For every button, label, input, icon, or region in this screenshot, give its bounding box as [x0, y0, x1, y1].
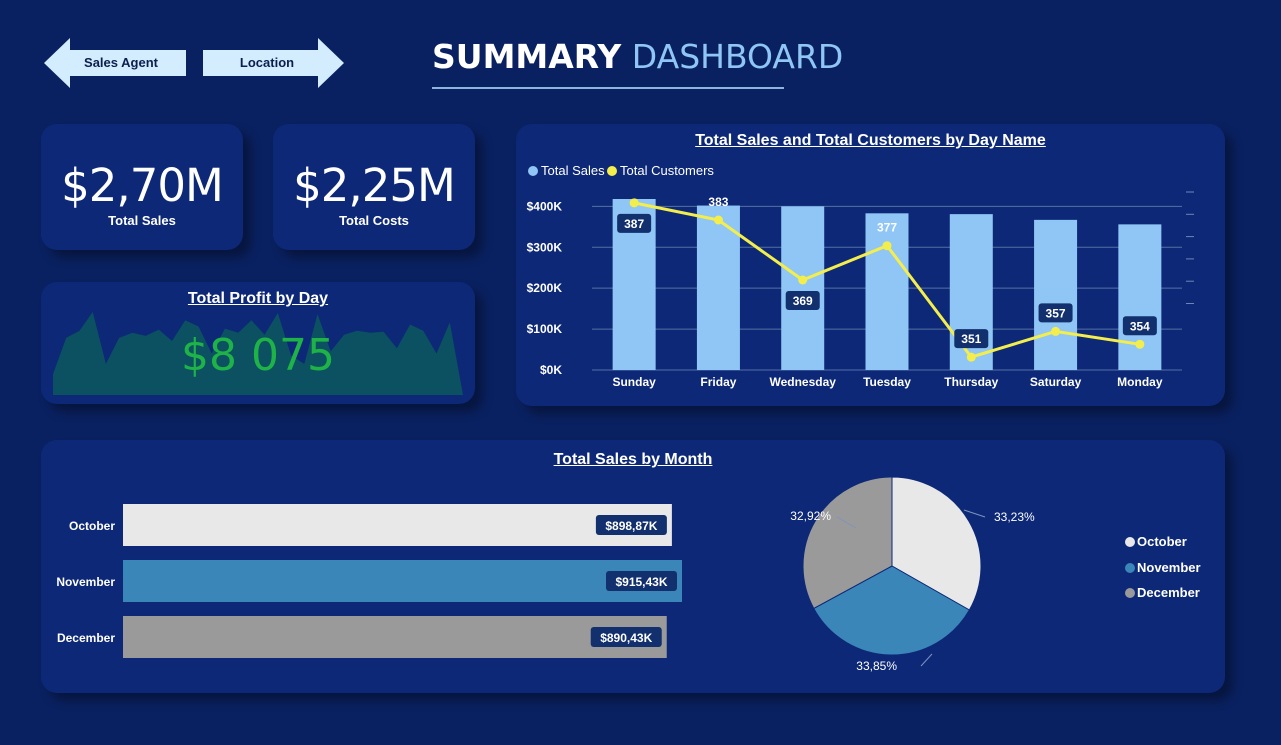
pie-legend-november: November — [1125, 560, 1201, 575]
customers-point — [966, 352, 976, 362]
total-costs-value: $2,25M — [293, 159, 456, 212]
month-bar — [123, 616, 667, 658]
sales-by-month-card: Total Sales by Month October $898,87K Nove… — [41, 440, 1225, 693]
month-bar — [123, 560, 682, 602]
page-title-light: DASHBOARD — [631, 37, 844, 76]
y-tick-label: $400K — [527, 199, 563, 213]
customers-data-label: 354 — [1130, 319, 1150, 333]
pie-legend-november-label: November — [1137, 560, 1201, 575]
customers-data-label: 377 — [877, 221, 897, 235]
pie-leader-line — [920, 653, 933, 667]
customers-data-label: 387 — [624, 217, 644, 231]
location-button[interactable]: Location — [203, 38, 344, 88]
x-tick-label: Thursday — [944, 375, 998, 389]
profit-value: $8 075 — [181, 330, 335, 381]
month-value-label: $898,87K — [605, 519, 657, 533]
month-bar — [123, 504, 672, 546]
pie-legend-december: December — [1125, 585, 1200, 600]
customers-point — [713, 215, 723, 225]
sales-bar — [781, 206, 825, 370]
pie-legend-october-label: October — [1137, 534, 1187, 549]
y-tick-label: $0K — [540, 363, 562, 377]
customers-data-label: 383 — [708, 195, 728, 209]
total-costs-label: Total Costs — [339, 213, 409, 228]
month-bar-chart: October $898,87K November $915,43K December $… — [56, 504, 682, 658]
month-label: October — [69, 519, 115, 533]
pie-legend-december-dot — [1125, 588, 1135, 598]
location-label: Location — [239, 55, 295, 70]
page-title-bold: SUMMARY — [432, 37, 622, 76]
pie-percent-label: 33,23% — [994, 510, 1035, 524]
x-tick-label: Friday — [700, 375, 736, 389]
pie-legend-october: October — [1125, 534, 1187, 549]
month-value-label: $915,43K — [615, 575, 667, 589]
pie-legend-november-dot — [1125, 563, 1135, 573]
customers-point — [882, 241, 892, 251]
x-tick-label: Tuesday — [863, 375, 911, 389]
total-sales-card: $2,70M Total Sales — [41, 124, 243, 250]
month-label: December — [57, 631, 115, 645]
pie-percent-label: 32,92% — [790, 509, 831, 523]
total-sales-value: $2,70M — [61, 159, 224, 212]
month-value-label: $890,43K — [600, 631, 652, 645]
customers-point — [798, 275, 808, 285]
month-label: November — [56, 575, 115, 589]
combo-chart: $0K $100K $200K $300K $400K Sunday Friday Wedne… — [527, 191, 1194, 389]
page-title: SUMMARY DASHBOARD — [432, 36, 843, 78]
pie-legend-december-label: December — [1137, 585, 1200, 600]
customers-data-label: 351 — [961, 332, 981, 346]
customers-point — [1051, 326, 1061, 336]
total-sales-label: Total Sales — [108, 213, 176, 228]
x-tick-label: Saturday — [1030, 375, 1082, 389]
month-pie-chart: 33,23% 33,85% 32,92% — [790, 476, 1035, 673]
x-tick-label: Wednesday — [769, 375, 836, 389]
pie-legend-october-dot — [1125, 537, 1135, 547]
x-tick-label: Sunday — [612, 375, 656, 389]
sales-bar — [865, 213, 909, 370]
customers-data-label: 369 — [793, 294, 813, 308]
title-underline — [432, 87, 784, 89]
y-tick-label: $200K — [527, 281, 563, 295]
customers-point — [629, 198, 639, 208]
total-costs-card: $2,25M Total Costs — [273, 124, 475, 250]
profit-card: Total Profit by Day $8 075 — [41, 282, 475, 404]
sales-agent-button[interactable]: Sales Agent — [44, 38, 186, 88]
y-tick-label: $300K — [527, 240, 563, 254]
y-tick-label: $100K — [527, 322, 563, 336]
sales-bar — [1034, 219, 1078, 370]
customers-point — [1135, 339, 1145, 349]
pie-leader-line — [963, 509, 986, 518]
sales-customers-card: Total Sales and Total Customers by Day N… — [516, 124, 1225, 406]
customers-data-label: 357 — [1046, 306, 1066, 320]
x-tick-label: Monday — [1117, 375, 1163, 389]
sales-agent-label: Sales Agent — [84, 55, 158, 70]
pie-percent-label: 33,85% — [856, 659, 897, 673]
